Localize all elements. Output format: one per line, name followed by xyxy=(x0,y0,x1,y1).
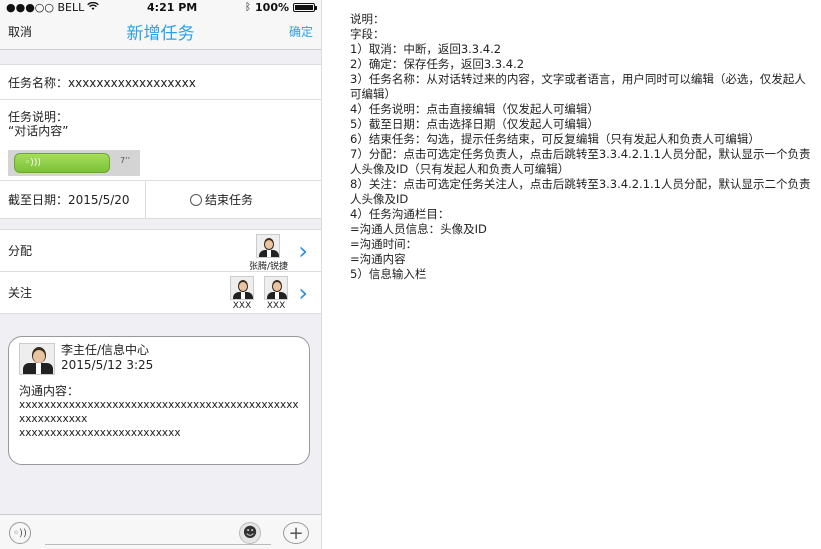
task-form: 任务名称：xxxxxxxxxxxxxxxxxx 任务说明： “对话内容” ◦))… xyxy=(0,64,321,219)
follower: XXX xyxy=(230,276,254,311)
chat-message-card: 李主任/信息中心 2015/5/12 3:25 沟通内容： xxxxxxxxxx… xyxy=(8,336,310,465)
chat-content: xxxxxxxxxxxxxxxxxxxxxxxxxxxxxxxxxxxxxxxx… xyxy=(19,399,299,439)
plus-icon[interactable]: + xyxy=(283,522,309,544)
task-desc-field[interactable]: 任务说明： “对话内容” ◦))) 7‘’ xyxy=(0,100,321,181)
clock-text: 4:21 PM xyxy=(147,0,198,14)
note-line: 字段： xyxy=(350,27,385,41)
voice-message[interactable]: ◦))) 7‘’ xyxy=(8,150,140,176)
carrier-text: ●●●○○ BELL xyxy=(6,0,85,14)
avatar xyxy=(19,343,55,375)
cancel-button[interactable]: 取消 xyxy=(8,23,32,40)
note-line: 1）取消：中断，返回3.3.4.2 xyxy=(350,42,502,56)
voice-bubble[interactable]: ◦))) xyxy=(14,153,110,173)
note-line: =沟通人员信息：头像及ID xyxy=(350,222,487,236)
chat-sender: 李主任/信息中心 xyxy=(61,343,150,357)
message-input-bar: ◦)) ☻ + xyxy=(0,514,321,549)
voice-length: 7‘’ xyxy=(120,156,131,165)
note-line: 5）信息输入栏 xyxy=(350,267,427,281)
task-desc-label: 任务说明： xyxy=(8,110,69,124)
chat-time: 2015/5/12 3:25 xyxy=(61,358,154,372)
battery-icon xyxy=(293,2,317,12)
avatar xyxy=(230,276,254,300)
page-title: 新增任务 xyxy=(126,24,195,44)
wifi-icon xyxy=(87,1,100,14)
status-bar: ●●●○○ BELL 4:21 PM ᛒ 100% xyxy=(0,0,321,14)
end-task-radio[interactable] xyxy=(190,193,202,206)
confirm-button[interactable]: 确定 xyxy=(289,23,313,40)
chat-content-label: 沟通内容： xyxy=(19,384,80,398)
note-line: =沟通时间： xyxy=(350,237,418,251)
task-name-text: 任务名称：xxxxxxxxxxxxxxxxxx xyxy=(8,75,196,90)
chat-header: 李主任/信息中心 2015/5/12 3:25 xyxy=(19,343,299,375)
assign-row[interactable]: 分配 张腾/锐捷 › xyxy=(0,230,321,272)
note-line: =沟通内容 xyxy=(350,252,406,266)
avatar xyxy=(264,276,288,300)
phone-screen: ●●●○○ BELL 4:21 PM ᛒ 100% 取消 新增任务 确定 任务名… xyxy=(0,0,322,549)
assignee-name: 张腾/锐捷 xyxy=(248,262,288,272)
voice-input-icon[interactable]: ◦)) xyxy=(9,522,31,544)
end-task-option[interactable]: 结束任务 xyxy=(146,191,253,208)
nav-bar: 取消 新增任务 确定 xyxy=(0,14,321,50)
battery-percent: 100% xyxy=(255,0,289,14)
assignee: 张腾/锐捷 xyxy=(249,234,288,272)
follow-people: XXX XXX xyxy=(230,276,288,311)
note-line: 4）任务沟通栏目： xyxy=(350,207,450,221)
deadline-field[interactable]: 截至日期：2015/5/20 xyxy=(0,181,146,218)
spec-notes: 说明： 字段： 1）取消：中断，返回3.3.4.2 2）确定：保存任务，返回3.… xyxy=(350,12,815,282)
avatar xyxy=(256,234,281,258)
note-line: 6）结束任务：勾选，提示任务结束，可反复编辑（只有发起人和负责人可编辑） xyxy=(350,132,760,146)
chevron-right-icon[interactable]: › xyxy=(298,281,308,305)
message-input[interactable] xyxy=(45,521,271,545)
assign-people: 张腾/锐捷 xyxy=(249,234,288,272)
chevron-right-icon[interactable]: › xyxy=(298,239,308,263)
note-line: 7）分配：点击可选定任务负责人，点击后跳转至3.3.4.2.1.1人员分配，默认… xyxy=(350,147,811,176)
note-line: 3）任务名称：从对话转过来的内容，文字或者语言，用户同时可以编辑（必选，仅发起人… xyxy=(350,72,806,101)
emoji-icon[interactable]: ☻ xyxy=(239,522,261,544)
task-name-field[interactable]: 任务名称：xxxxxxxxxxxxxxxxxx xyxy=(0,65,321,100)
note-line: 4）任务说明：点击直接编辑（仅发起人可编辑） xyxy=(350,102,599,116)
note-line: 说明： xyxy=(350,12,385,26)
end-task-label: 结束任务 xyxy=(205,193,254,207)
people-group: 分配 张腾/锐捷 › 关注 XXX XXX › xyxy=(0,229,321,314)
note-line: 8）关注：点击可选定任务关注人，点击后跳转至3.3.4.2.1.1人员分配，默认… xyxy=(350,177,811,206)
date-row: 截至日期：2015/5/20 结束任务 xyxy=(0,181,321,219)
task-desc-value: “对话内容” xyxy=(8,124,69,138)
follow-row[interactable]: 关注 XXX XXX › xyxy=(0,272,321,314)
follow-label: 关注 xyxy=(8,286,33,300)
assign-label: 分配 xyxy=(8,244,33,258)
sound-wave-icon: ◦))) xyxy=(25,158,41,168)
follower-name: XXX xyxy=(232,301,252,311)
follower-name: XXX xyxy=(266,301,286,311)
note-line: 5）截至日期：点击选择日期（仅发起人可编辑） xyxy=(350,117,599,131)
bluetooth-icon: ᛒ xyxy=(245,1,252,13)
deadline-text: 截至日期：2015/5/20 xyxy=(8,193,130,207)
follower: XXX xyxy=(264,276,288,311)
note-line: 2）确定：保存任务，返回3.3.4.2 xyxy=(350,57,525,71)
